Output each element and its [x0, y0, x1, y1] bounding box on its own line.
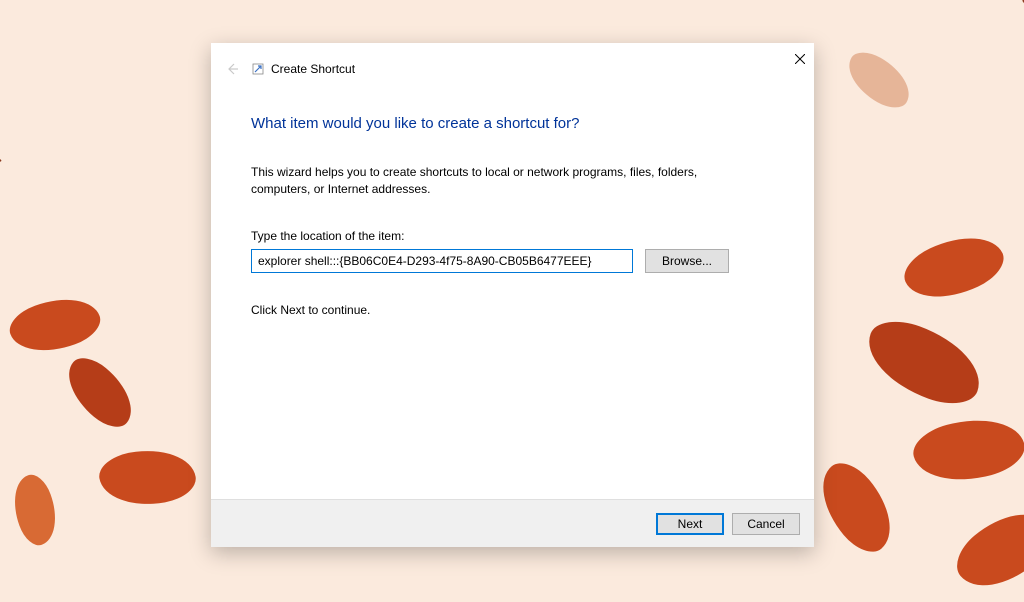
decoration — [946, 495, 1024, 602]
decoration — [897, 221, 1011, 313]
wizard-heading: What item would you like to create a sho… — [251, 115, 774, 132]
dialog-content: What item would you like to create a sho… — [211, 81, 814, 499]
wizard-description: This wizard helps you to create shortcut… — [251, 164, 741, 199]
decoration — [4, 286, 106, 364]
browse-button[interactable]: Browse... — [645, 249, 729, 273]
close-icon — [795, 54, 805, 64]
close-button[interactable] — [790, 49, 810, 69]
dialog-title: Create Shortcut — [271, 62, 355, 76]
continue-instruction: Click Next to continue. — [251, 303, 774, 317]
desktop-background: Create Shortcut What item would you like… — [0, 0, 1024, 602]
shortcut-icon — [251, 62, 265, 76]
decoration — [857, 311, 992, 413]
decoration — [4, 470, 66, 549]
next-button[interactable]: Next — [656, 513, 724, 535]
create-shortcut-dialog: Create Shortcut What item would you like… — [211, 43, 814, 547]
decoration — [96, 442, 199, 513]
back-arrow-icon — [225, 62, 239, 76]
location-input[interactable] — [251, 249, 633, 273]
location-label: Type the location of the item: — [251, 229, 774, 243]
cancel-button[interactable]: Cancel — [732, 513, 800, 535]
dialog-header: Create Shortcut — [211, 43, 814, 81]
decoration — [0, 159, 2, 321]
decoration — [805, 453, 908, 561]
back-button[interactable] — [223, 60, 241, 78]
decoration — [55, 350, 145, 436]
decoration — [908, 407, 1024, 493]
location-input-row: Browse... — [251, 249, 774, 273]
dialog-footer: Next Cancel — [211, 499, 814, 547]
decoration — [839, 45, 920, 115]
